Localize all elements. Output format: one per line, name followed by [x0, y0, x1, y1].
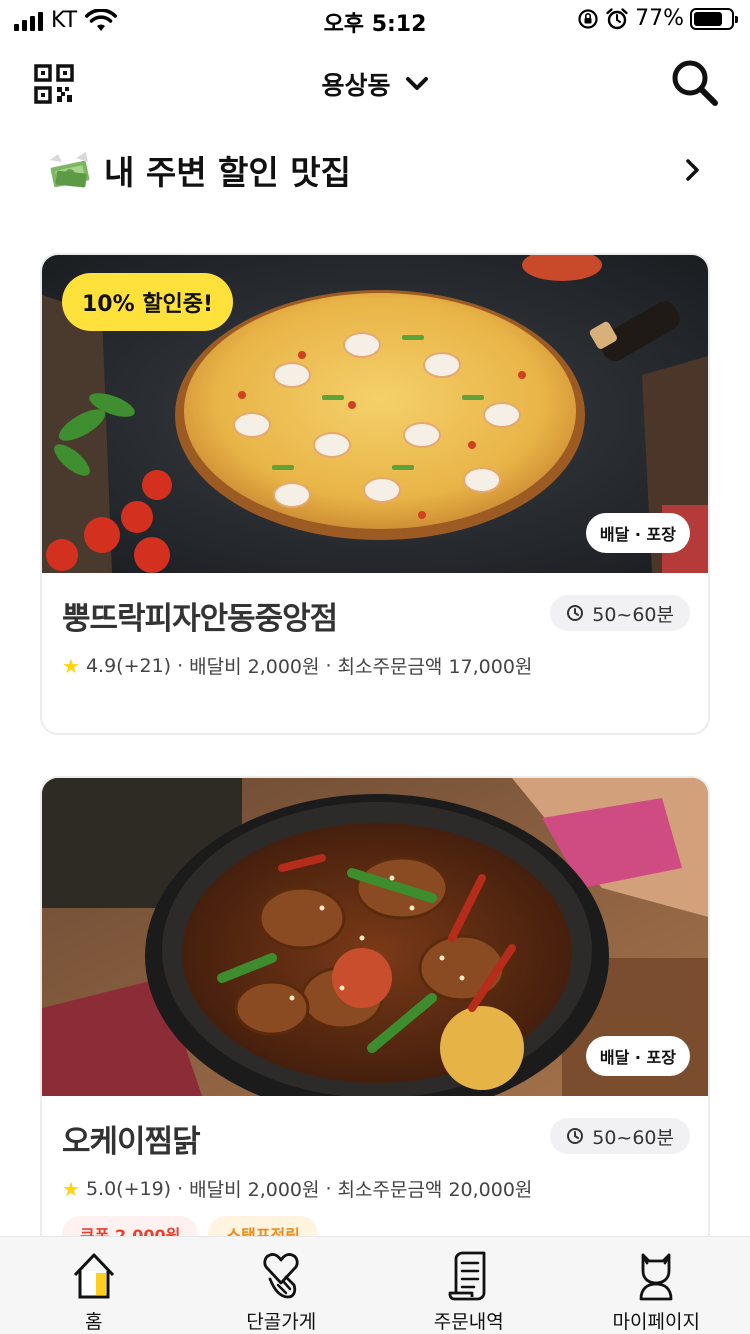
location-label: 용상동: [321, 71, 391, 100]
chevron-right-icon[interactable]: [684, 157, 702, 183]
tab-label: 마이페이지: [612, 1311, 700, 1333]
delivery-time: 50~60분: [592, 1126, 674, 1149]
battery-percent: 77%: [635, 6, 684, 31]
section-title: 내 주변 할인 맛집: [104, 153, 351, 192]
delivery-time-badge: 50~60분: [550, 1118, 690, 1154]
store-card[interactable]: 배달 · 포장 오케이찜닭 50~60분 ★ 5.0(+19) · 배달비 2,…: [40, 776, 710, 1256]
top-nav: 용상동: [0, 44, 750, 124]
meta-separator: ·: [177, 1177, 184, 1200]
bottom-tab-bar: 홈 단골가게 주문내역 마이페이지: [0, 1236, 750, 1334]
clock-icon: [567, 1128, 584, 1144]
service-type-badge: 배달 · 포장: [585, 1036, 690, 1076]
store-meta: ★ 5.0(+19) · 배달비 2,000원 · 최소주문금액 20,000원: [62, 1175, 688, 1202]
card-body: 뿡뜨락피자안동중앙점 50~60분 ★ 4.9(+21) · 배달비 2,000…: [42, 573, 708, 679]
tab-orders[interactable]: 주문내역: [375, 1237, 563, 1334]
tab-home[interactable]: 홈: [0, 1237, 188, 1334]
pizza-photo: 10% 할인중! 배달 · 포장: [42, 255, 708, 573]
heart-hand-icon: [263, 1253, 299, 1299]
rotation-lock-icon: [578, 8, 598, 29]
card-body: 오케이찜닭 50~60분 ★ 5.0(+19) · 배달비 2,000원 · 최…: [42, 1096, 708, 1252]
meta-separator: ·: [177, 654, 184, 677]
star-icon: ★: [62, 653, 80, 678]
status-bar: KT 오후 5:12 77%: [0, 0, 750, 40]
tab-label: 홈: [85, 1311, 103, 1333]
battery-icon: [690, 7, 738, 30]
search-button[interactable]: [670, 58, 720, 108]
delivery-time: 50~60분: [592, 603, 674, 626]
tab-label: 주문내역: [433, 1311, 504, 1333]
tab-label: 단골가게: [246, 1311, 317, 1333]
alarm-icon: [606, 7, 628, 29]
section-title-wrap: 내 주변 할인 맛집: [46, 146, 351, 194]
discount-badge: 10% 할인중!: [62, 273, 234, 331]
service-type-badge: 배달 · 포장: [585, 513, 690, 553]
chevron-down-icon: [405, 77, 428, 90]
meta-separator: ·: [325, 1177, 332, 1200]
search-icon: [672, 60, 718, 106]
money-with-wings-icon: [50, 152, 90, 188]
store-card[interactable]: 10% 할인중! 배달 · 포장 뿡뜨락피자안동중앙점 50~60분 ★ 4.9…: [40, 253, 710, 735]
section-header[interactable]: 내 주변 할인 맛집: [46, 140, 702, 200]
location-selector[interactable]: 용상동: [0, 64, 750, 104]
delivery-time-badge: 50~60분: [550, 595, 690, 631]
tab-mypage[interactable]: 마이페이지: [563, 1237, 750, 1334]
battery-level-fill: [694, 11, 722, 26]
store-meta: ★ 4.9(+21) · 배달비 2,000원 · 최소주문금액 17,000원: [62, 652, 688, 679]
jjimdak-photo: 배달 · 포장: [42, 778, 708, 1096]
receipt-icon: [448, 1251, 486, 1301]
min-order: 최소주문금액 17,000원: [337, 656, 533, 678]
status-right: 77%: [577, 6, 738, 31]
tab-favorites[interactable]: 단골가게: [188, 1237, 376, 1334]
delivery-fee: 배달비 2,000원: [189, 656, 320, 678]
cat-profile-icon: [639, 1253, 673, 1301]
clock-icon: [567, 605, 584, 621]
meta-separator: ·: [325, 654, 332, 677]
rating: 5.0(+19): [85, 1177, 172, 1200]
min-order: 최소주문금액 20,000원: [337, 1179, 533, 1201]
rating: 4.9(+21): [85, 654, 172, 677]
delivery-fee: 배달비 2,000원: [189, 1179, 320, 1201]
star-icon: ★: [62, 1176, 80, 1201]
home-icon: [73, 1253, 114, 1299]
